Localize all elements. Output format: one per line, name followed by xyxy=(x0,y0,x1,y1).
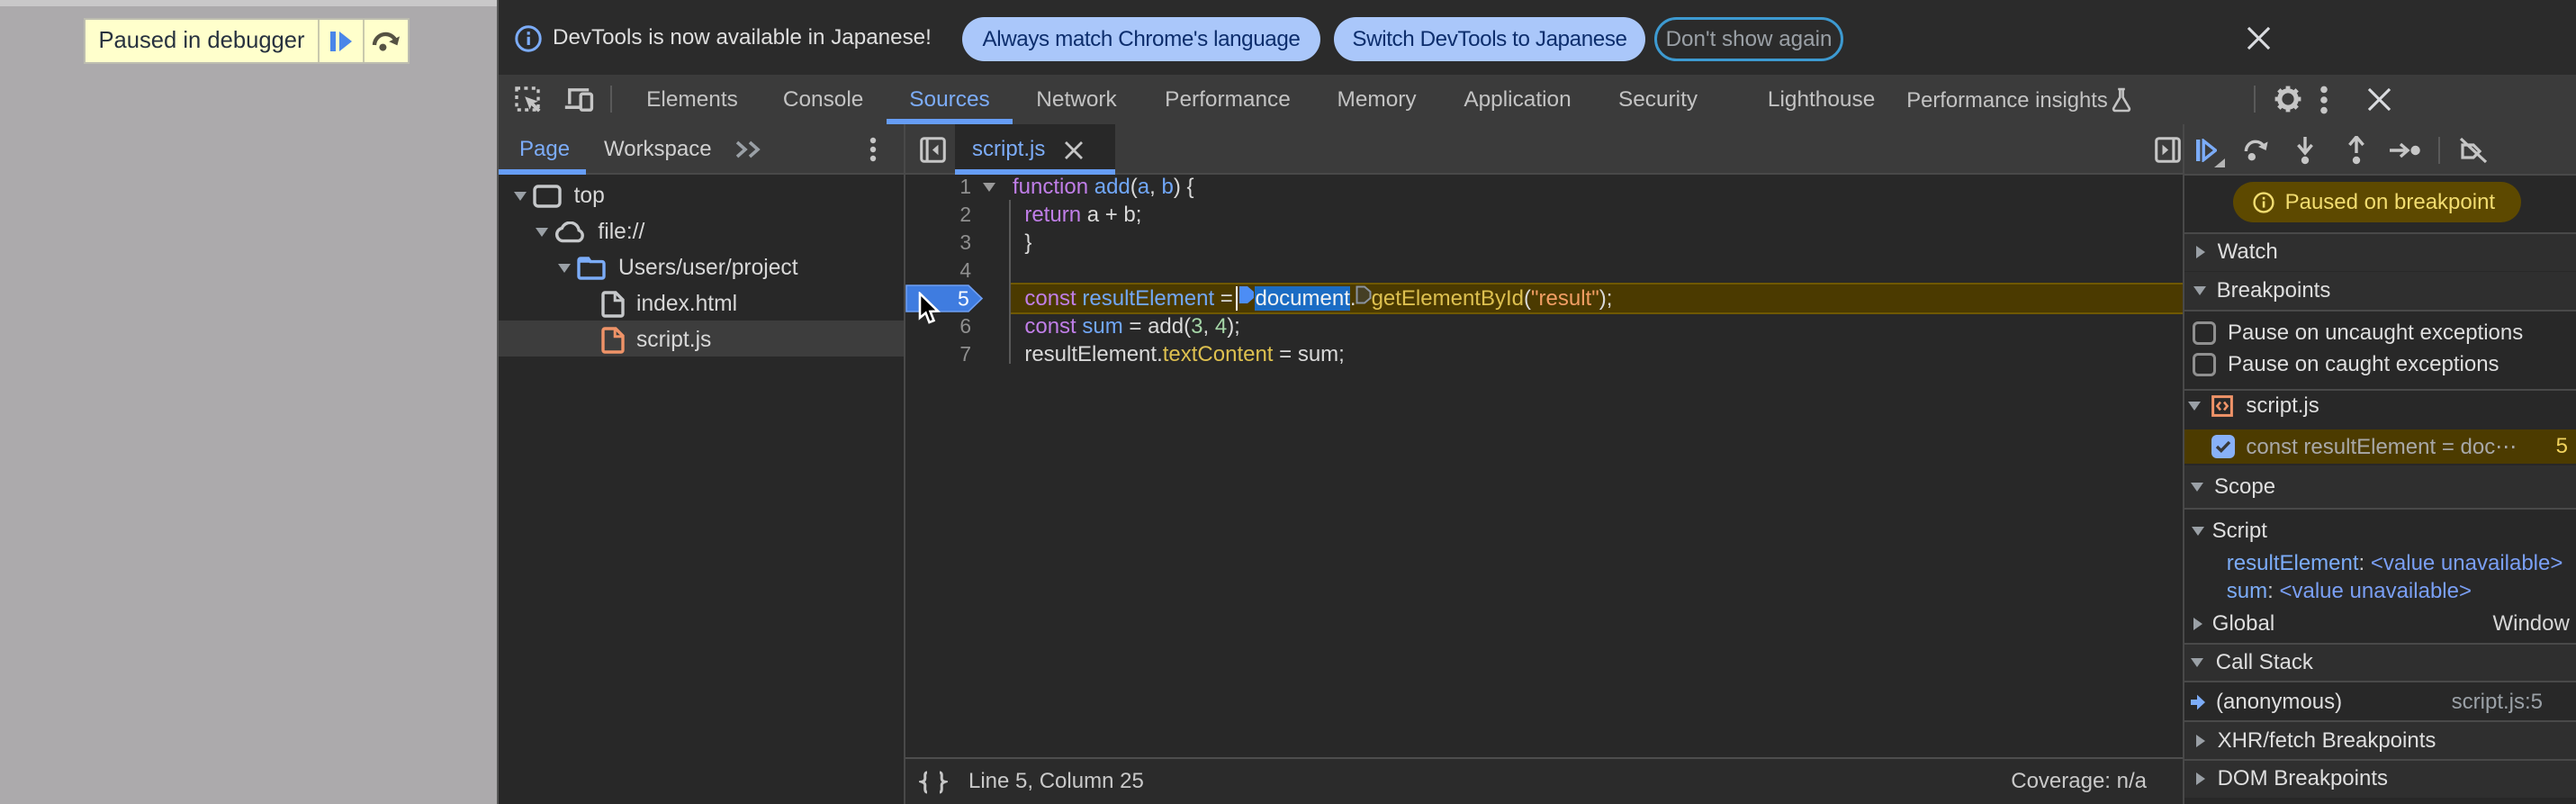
svg-text:5: 5 xyxy=(958,287,969,311)
